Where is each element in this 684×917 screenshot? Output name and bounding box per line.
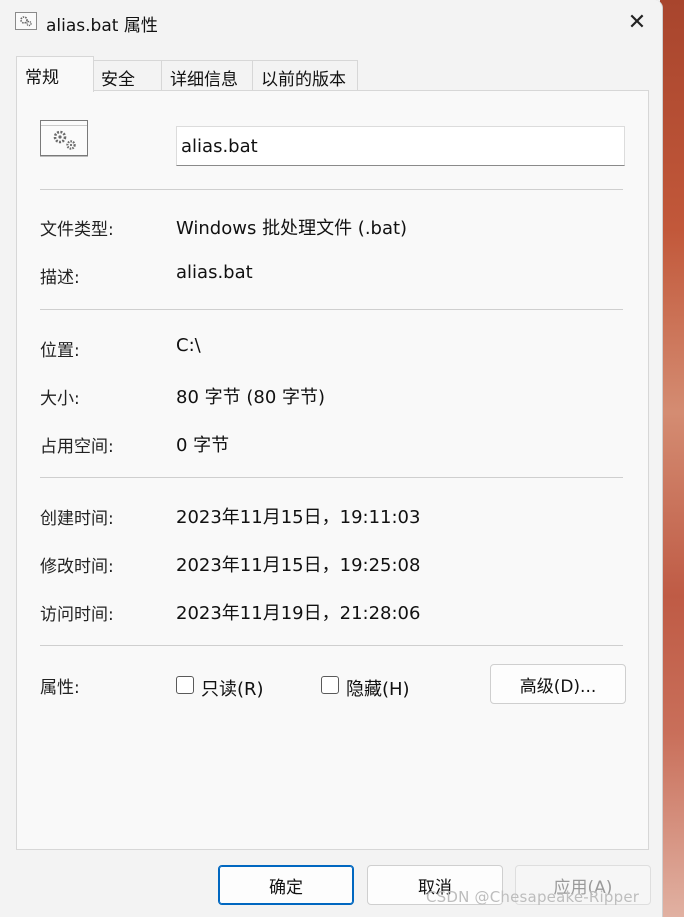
- description-value: alias.bat: [176, 262, 253, 283]
- size-label: 大小:: [40, 389, 80, 409]
- batch-file-gear-icon: [15, 12, 37, 30]
- title-bar: alias.bat 属性 ✕: [0, 0, 662, 44]
- file-name-input[interactable]: [176, 126, 625, 166]
- general-panel: [16, 90, 649, 850]
- accessed-label: 访问时间:: [40, 605, 114, 625]
- size-value: 80 字节 (80 字节): [176, 387, 326, 408]
- tab-general-label: 常规: [25, 68, 59, 88]
- divider: [40, 477, 623, 478]
- watermark: CSDN @Chesapeake-Ripper: [426, 888, 640, 906]
- tab-general[interactable]: 常规: [16, 56, 94, 92]
- advanced-button[interactable]: 高级(D)...: [490, 664, 626, 704]
- window-title: alias.bat 属性: [46, 16, 158, 36]
- divider: [40, 645, 623, 646]
- advanced-button-label: 高级(D)...: [519, 676, 597, 697]
- file-type-label: 文件类型:: [40, 220, 114, 240]
- file-type-value: Windows 批处理文件 (.bat): [176, 218, 408, 239]
- ok-button[interactable]: 确定: [218, 865, 354, 905]
- tab-details-label: 详细信息: [170, 70, 238, 90]
- batch-file-gear-icon: [40, 120, 88, 156]
- readonly-checkbox-label[interactable]: 只读(R): [201, 675, 264, 701]
- close-button[interactable]: ✕: [614, 0, 660, 44]
- size-on-disk-value: 0 字节: [176, 435, 230, 456]
- hidden-checkbox-label[interactable]: 隐藏(H): [346, 675, 410, 701]
- size-on-disk-label: 占用空间:: [40, 437, 114, 457]
- readonly-checkbox[interactable]: [176, 676, 194, 694]
- modified-value: 2023年11月15日，19:25:08: [176, 555, 421, 576]
- accessed-value: 2023年11月19日，21:28:06: [176, 603, 421, 624]
- tab-security-label: 安全: [101, 70, 135, 90]
- properties-dialog: alias.bat 属性 ✕ 常规 安全 详细信息 以前的版本 文件类型: Wi…: [0, 0, 663, 917]
- hidden-checkbox[interactable]: [321, 676, 339, 694]
- description-label: 描述:: [40, 268, 80, 288]
- divider: [40, 309, 623, 310]
- location-value: C:\: [176, 335, 201, 356]
- attributes-label: 属性:: [40, 678, 80, 698]
- close-icon: ✕: [627, 9, 647, 35]
- divider: [40, 189, 623, 190]
- created-label: 创建时间:: [40, 509, 114, 529]
- created-value: 2023年11月15日，19:11:03: [176, 507, 421, 528]
- tab-previous-versions[interactable]: 以前的版本: [252, 60, 358, 90]
- modified-label: 修改时间:: [40, 557, 114, 577]
- ok-button-label: 确定: [269, 877, 303, 898]
- tab-security[interactable]: 安全: [92, 60, 162, 90]
- tab-previous-versions-label: 以前的版本: [261, 70, 346, 90]
- tab-details[interactable]: 详细信息: [161, 60, 253, 90]
- location-label: 位置:: [40, 341, 80, 361]
- background-right: [660, 0, 684, 917]
